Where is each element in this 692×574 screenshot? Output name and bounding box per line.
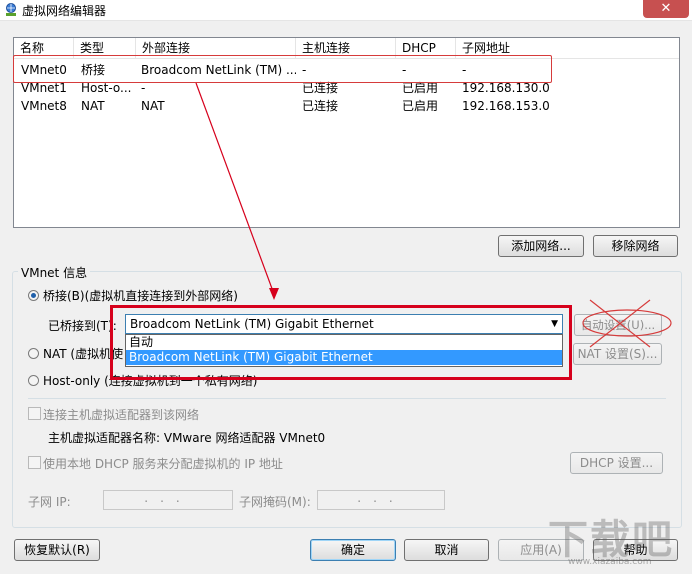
annotation-arrow bbox=[195, 82, 275, 295]
watermark-url: www.xiazaiba.com bbox=[568, 557, 652, 567]
annotation-overlay bbox=[195, 82, 672, 348]
annotation-ellipse bbox=[582, 309, 672, 337]
watermark: 下载吧 www.xiazaiba.com bbox=[548, 505, 688, 570]
annotation-arrowhead bbox=[269, 288, 279, 300]
